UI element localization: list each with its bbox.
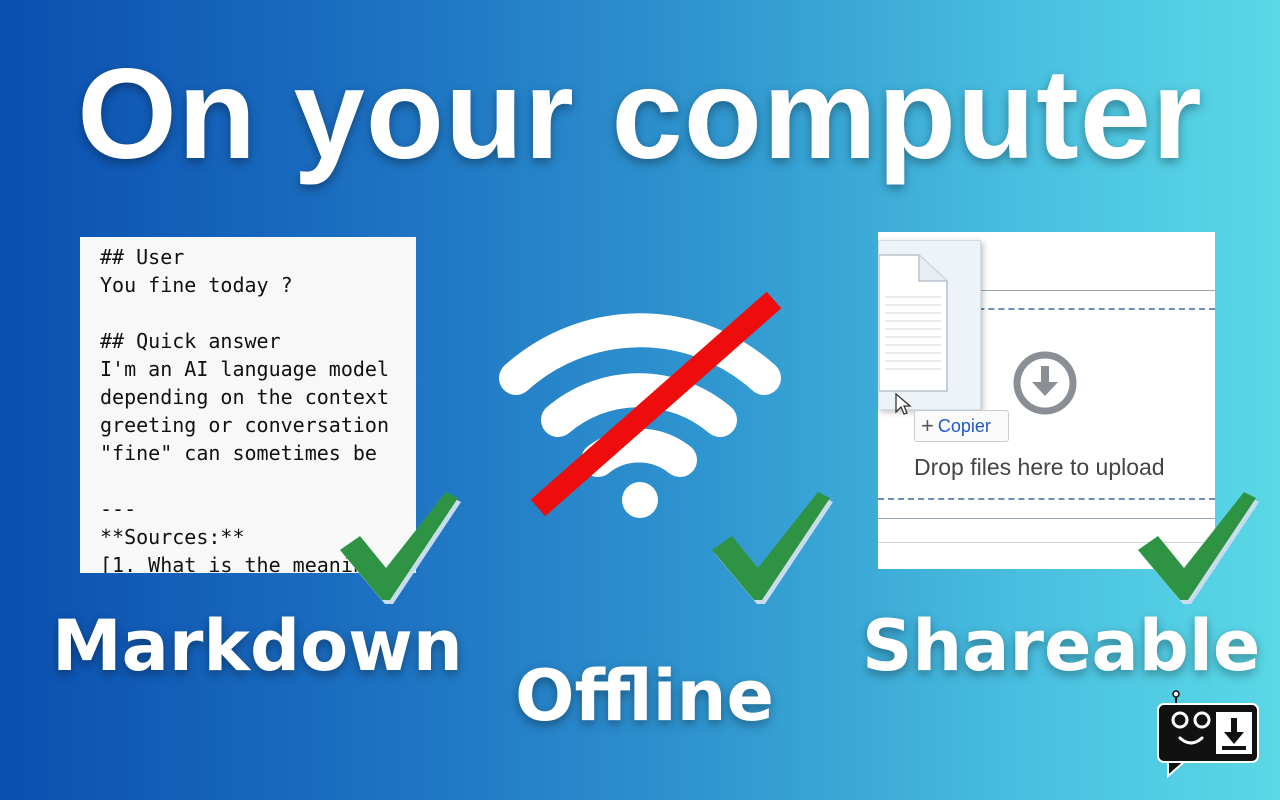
drop-files-text: Drop files here to upload (914, 454, 1165, 480)
markdown-line: greeting or conversation (100, 413, 389, 437)
headline: On your computer (77, 43, 1203, 186)
copy-chip-label: Copier (937, 415, 991, 436)
plus-icon: + (921, 413, 934, 438)
check-icon (712, 492, 833, 604)
markdown-line: depending on the context (100, 385, 389, 409)
markdown-line: ## Quick answer (100, 329, 281, 353)
dragged-file-card (878, 240, 981, 410)
markdown-line (100, 299, 416, 327)
file-icon (878, 254, 948, 392)
shareable-label: Shareable (862, 605, 1261, 687)
robot-download-logo (1157, 690, 1259, 779)
markdown-label: Markdown (52, 605, 463, 687)
mouse-cursor-icon (895, 392, 912, 415)
copy-drop-chip: + Copier (914, 410, 1009, 442)
check-icon (340, 492, 461, 604)
markdown-line: You fine today ? (100, 273, 293, 297)
markdown-line: "fine" can sometimes be (100, 441, 377, 465)
download-arrow-icon (1013, 351, 1077, 415)
markdown-line: ## User (100, 245, 185, 269)
check-icon (1138, 492, 1259, 604)
offline-label: Offline (515, 655, 774, 737)
markdown-line: I'm an AI language model (100, 357, 389, 381)
